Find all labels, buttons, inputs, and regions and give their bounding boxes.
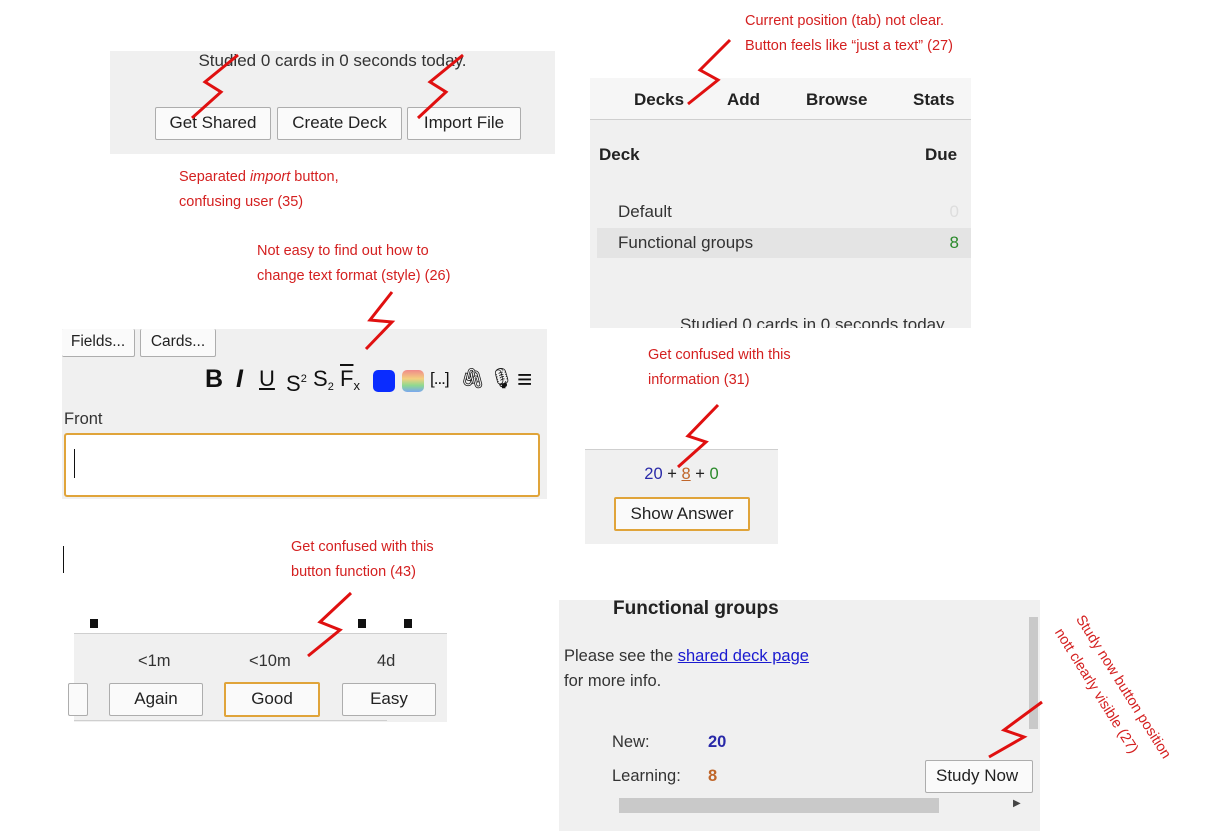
marker-dot bbox=[358, 619, 366, 628]
deck-name[interactable]: Default bbox=[618, 202, 672, 222]
superscript-button[interactable]: S2 bbox=[286, 364, 307, 396]
shared-deck-link[interactable]: shared deck page bbox=[678, 647, 809, 665]
marker-dot bbox=[404, 619, 412, 628]
studied-summary: Studied 0 cards in 0 seconds today. bbox=[198, 51, 467, 70]
scroll-right-icon[interactable]: ▶ bbox=[1013, 798, 1021, 809]
microphone-icon[interactable]: 🎙 bbox=[489, 364, 514, 394]
learning-label: Learning: bbox=[612, 767, 681, 785]
format-toolbar: B I U S2 S2 Fx [...] 🖇 🎙 ≡ bbox=[202, 364, 542, 396]
answer-bar-panel: 20 + 8 + 0 Show Answer bbox=[585, 449, 778, 544]
divider bbox=[74, 720, 387, 721]
italic-button[interactable]: I bbox=[236, 364, 243, 394]
horizontal-scrollbar[interactable] bbox=[619, 798, 939, 813]
overview-info: Please see the shared deck page for more… bbox=[564, 647, 809, 690]
vertical-scrollbar[interactable] bbox=[1029, 617, 1038, 729]
deck-column-header: Deck bbox=[599, 145, 640, 164]
tab-browse[interactable]: Browse bbox=[806, 90, 867, 110]
interval-easy: 4d bbox=[377, 652, 396, 670]
study-now-button[interactable]: Study Now bbox=[925, 760, 1033, 793]
new-value: 20 bbox=[708, 733, 727, 751]
interval-again: <1m bbox=[138, 652, 171, 670]
tab-position-annotation: Current position (tab) not clear. Button… bbox=[745, 13, 953, 54]
cloze-button[interactable]: [...] bbox=[430, 364, 450, 394]
clear-format-button[interactable]: Fx bbox=[340, 364, 360, 394]
create-deck-button[interactable]: Create Deck bbox=[277, 107, 402, 140]
deck-due-count: 0 bbox=[949, 202, 959, 221]
color-swatch-icon[interactable] bbox=[373, 370, 395, 392]
again-button[interactable]: Again bbox=[109, 683, 203, 716]
front-field-input[interactable] bbox=[64, 433, 540, 497]
deck-row[interactable]: Default 0 bbox=[597, 198, 961, 227]
new-count: 20 bbox=[644, 465, 663, 483]
menu-icon[interactable]: ≡ bbox=[517, 364, 532, 394]
deck-list-body: Deck Due Default 0 Functional groups 8 S… bbox=[590, 120, 971, 328]
answer-button-annotation: Get confused with this button function (… bbox=[291, 539, 434, 580]
tab-stats[interactable]: Stats bbox=[913, 90, 955, 110]
deck-overview-panel: Functional groups Please see the shared … bbox=[559, 600, 1040, 831]
front-field-label: Front bbox=[64, 410, 103, 428]
deck-list-panel: Decks Add Browse Stats Deck Due Default … bbox=[590, 78, 971, 328]
bold-button[interactable]: B bbox=[205, 364, 223, 394]
learning-count: 8 bbox=[681, 465, 691, 483]
interval-good: <10m bbox=[249, 652, 291, 670]
learning-value: 8 bbox=[708, 767, 718, 785]
import-button-annotation: Separated import button, confusing user … bbox=[179, 169, 339, 210]
ease-buttons-panel: <1m <10m 4d Again Good Easy bbox=[68, 633, 447, 722]
tab-add[interactable]: Add bbox=[727, 90, 760, 110]
subscript-button[interactable]: S2 bbox=[313, 364, 334, 394]
review-count: 0 bbox=[709, 465, 719, 483]
studied-summary-partial: Studied 0 cards in 0 seconds today bbox=[680, 315, 945, 328]
due-column-header: Due bbox=[925, 145, 958, 164]
marker-dot bbox=[90, 619, 98, 628]
editor-panel: Fields... Cards... B I U S2 S2 Fx [...] … bbox=[62, 329, 547, 499]
good-button[interactable]: Good bbox=[224, 682, 320, 717]
gradient-swatch-icon[interactable] bbox=[402, 370, 424, 392]
text-format-annotation: Not easy to find out how to change text … bbox=[257, 243, 451, 284]
study-screen-panel: Studied 0 cards in 0 seconds today. Get … bbox=[110, 51, 555, 154]
import-file-button[interactable]: Import File bbox=[407, 107, 521, 140]
deck-name[interactable]: Functional groups bbox=[618, 233, 753, 253]
tab-bar: Decks Add Browse Stats bbox=[590, 78, 971, 120]
underline-button[interactable]: U bbox=[259, 364, 275, 394]
paperclip-icon[interactable]: 🖇 bbox=[460, 364, 485, 394]
get-shared-button[interactable]: Get Shared bbox=[155, 107, 271, 140]
show-answer-button[interactable]: Show Answer bbox=[614, 497, 750, 531]
text-cursor bbox=[74, 449, 75, 478]
fields-button[interactable]: Fields... bbox=[62, 329, 135, 357]
deck-row[interactable]: Functional groups 8 bbox=[597, 228, 971, 258]
study-now-annotation: Study now button position nott clearly v… bbox=[1051, 612, 1174, 762]
text-cursor bbox=[63, 546, 64, 573]
counts-info-annotation: Get confused with this information (31) bbox=[648, 347, 791, 388]
overview-title: Functional groups bbox=[613, 600, 779, 619]
partial-button[interactable] bbox=[68, 683, 88, 716]
new-label: New: bbox=[612, 733, 650, 751]
cards-button[interactable]: Cards... bbox=[140, 329, 216, 357]
deck-due-count: 8 bbox=[949, 233, 959, 252]
tab-decks[interactable]: Decks bbox=[634, 90, 684, 110]
card-counts: 20 + 8 + 0 bbox=[644, 465, 719, 483]
easy-button[interactable]: Easy bbox=[342, 683, 436, 716]
